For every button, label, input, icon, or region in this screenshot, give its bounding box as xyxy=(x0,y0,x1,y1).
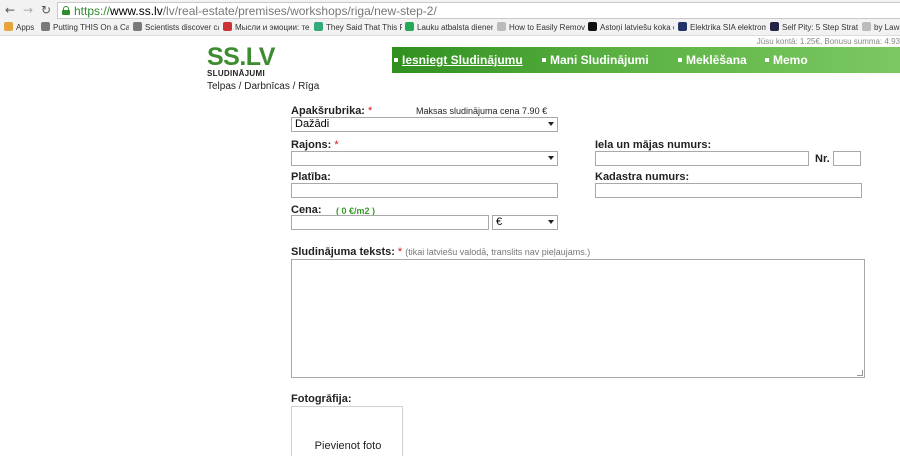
bookmark-label: Self Pity: 5 Step Strate xyxy=(782,23,858,32)
subcategory-label: Apakšrubrika: * xyxy=(291,105,372,117)
url-text: https://www.ss.lv/lv/real-estate/premise… xyxy=(74,4,437,18)
required-mark: * xyxy=(334,139,339,151)
bullet-icon xyxy=(678,58,682,62)
nav-submit-label: Iesniegt Sludinājumu xyxy=(402,53,523,67)
currency-select[interactable]: € xyxy=(492,215,558,230)
main-nav: Iesniegt Sludinājumu Mani Sludinājumi Me… xyxy=(392,47,900,73)
browser-toolbar: ← → ↻ https://www.ss.lv/lv/real-estate/p… xyxy=(0,0,900,20)
bookmark-item[interactable]: Lauku atbalsta diener xyxy=(405,21,493,35)
url-host: www.ss.lv xyxy=(110,4,163,18)
subcategory-select[interactable]: Dažādi xyxy=(291,117,558,132)
bookmark-favicon-icon xyxy=(497,22,506,31)
bookmark-label: by Lawn xyxy=(874,23,900,32)
add-photo-label: Pievienot foto xyxy=(314,440,382,452)
street-input[interactable] xyxy=(595,151,809,166)
account-balance: Jūsu kontā: 1.25€, Bonusu summa: 4.93 xyxy=(756,37,900,46)
district-label: Rajons: * xyxy=(291,139,339,151)
bookmark-favicon-icon xyxy=(41,22,50,31)
house-nr-label: Nr. xyxy=(815,153,830,165)
address-bar[interactable]: https://www.ss.lv/lv/real-estate/premise… xyxy=(57,2,900,19)
bookmarks-bar: Apps Putting THIS On a Ca Scientists disco… xyxy=(0,20,900,36)
bookmark-item[interactable]: by Lawn xyxy=(862,21,900,35)
bookmark-favicon-icon xyxy=(588,22,597,31)
resize-grip-icon[interactable] xyxy=(857,370,863,376)
text-label: Sludinājuma teksts: * (tikai latviešu valo… xyxy=(291,246,590,258)
bookmark-item[interactable]: Elektrika SIA elektrom xyxy=(678,21,766,35)
nav-my-label: Mani Sludinājumi xyxy=(550,53,649,67)
bookmark-item[interactable]: Putting THIS On a Ca xyxy=(41,21,129,35)
nav-memo-label: Memo xyxy=(773,53,808,67)
text-hint: (tikai latviešu valodā, translits nav pi… xyxy=(405,247,591,257)
currency-value: € xyxy=(496,216,503,228)
cadastre-input[interactable] xyxy=(595,183,862,198)
nav-submit-ad[interactable]: Iesniegt Sludinājumu xyxy=(394,53,523,67)
bullet-icon xyxy=(394,58,398,62)
bookmark-favicon-icon xyxy=(862,22,871,31)
bookmark-favicon-icon xyxy=(4,22,13,31)
bookmark-label: Мысли и эмоции: те xyxy=(235,23,310,32)
nav-search-label: Meklēšana xyxy=(686,53,747,67)
forward-arrow-icon[interactable]: → xyxy=(21,3,35,17)
bookmark-favicon-icon xyxy=(223,22,232,31)
house-nr-input[interactable] xyxy=(833,151,861,166)
back-arrow-icon[interactable]: ← xyxy=(3,3,17,17)
subcategory-value: Dažādi xyxy=(295,118,330,130)
nav-my-ads[interactable]: Mani Sludinājumi xyxy=(542,53,649,67)
text-label-text: Sludinājuma teksts: xyxy=(291,246,395,258)
bookmark-item[interactable]: How to Easily Remove xyxy=(497,21,585,35)
subcategory-label-text: Apakšrubrika: xyxy=(291,105,365,117)
reload-icon[interactable]: ↻ xyxy=(39,3,53,17)
logo-subtitle: SLUDINĀJUMI xyxy=(207,69,265,78)
bookmark-item[interactable]: They Said That This F xyxy=(314,21,402,35)
bookmark-favicon-icon xyxy=(678,22,687,31)
ad-text-textarea[interactable] xyxy=(291,259,865,378)
bullet-icon xyxy=(542,58,546,62)
bookmark-label: Putting THIS On a Ca xyxy=(53,23,129,32)
bookmark-label: Apps xyxy=(16,23,35,32)
site-logo[interactable]: SS.LV SLUDINĀJUMI xyxy=(207,43,275,79)
bookmark-label: Lauku atbalsta diener xyxy=(417,23,493,32)
photo-label: Fotogrāfija: xyxy=(291,393,352,405)
area-input[interactable] xyxy=(291,183,558,198)
district-select[interactable] xyxy=(291,151,558,166)
bookmark-favicon-icon xyxy=(314,22,323,31)
bookmark-label: They Said That This F xyxy=(326,23,402,32)
nav-search[interactable]: Meklēšana xyxy=(678,53,747,67)
area-label: Platība: xyxy=(291,171,331,183)
breadcrumb[interactable]: Telpas / Darbnīcas / Rīga xyxy=(207,81,319,92)
bookmark-favicon-icon xyxy=(133,22,142,31)
nav-memo[interactable]: Memo xyxy=(765,53,808,67)
bookmark-label: How to Easily Remove xyxy=(509,23,585,32)
required-mark: * xyxy=(397,246,403,258)
bookmark-favicon-icon xyxy=(405,22,414,31)
browser-chrome: ← → ↻ https://www.ss.lv/lv/real-estate/p… xyxy=(0,0,900,36)
cadastre-label: Kadastra numurs: xyxy=(595,171,690,183)
price-note: Maksas sludinājuma cena 7.90 € xyxy=(416,106,548,116)
dropdown-arrow-icon xyxy=(548,220,554,224)
lock-icon xyxy=(62,6,70,15)
bookmark-favicon-icon xyxy=(770,22,779,31)
price-input[interactable] xyxy=(291,215,489,230)
logo-text: SS.LV xyxy=(207,43,275,71)
bookmark-label: Scientists discover ca xyxy=(145,23,219,32)
bookmark-item[interactable]: Мысли и эмоции: те xyxy=(223,21,311,35)
bookmark-item[interactable]: Apps xyxy=(4,21,36,35)
url-scheme: https:// xyxy=(74,4,111,18)
bookmark-label: Elektrika SIA elektrom xyxy=(690,23,766,32)
dropdown-arrow-icon xyxy=(548,122,554,126)
add-photo-box[interactable]: Pievienot foto xyxy=(291,406,403,456)
district-label-text: Rajons: xyxy=(291,139,332,151)
bookmark-item[interactable]: Scientists discover ca xyxy=(133,21,219,35)
bookmark-item[interactable]: Self Pity: 5 Step Strate xyxy=(770,21,858,35)
url-path: /lv/real-estate/premises/workshops/riga/… xyxy=(162,4,437,18)
bullet-icon xyxy=(765,58,769,62)
street-label: Iela un mājas numurs: xyxy=(595,139,712,151)
required-mark: * xyxy=(367,105,373,117)
bookmark-label: Astoņi latviešu koka c xyxy=(600,23,674,32)
dropdown-arrow-icon xyxy=(548,156,554,160)
bookmark-item[interactable]: Astoņi latviešu koka c xyxy=(588,21,674,35)
